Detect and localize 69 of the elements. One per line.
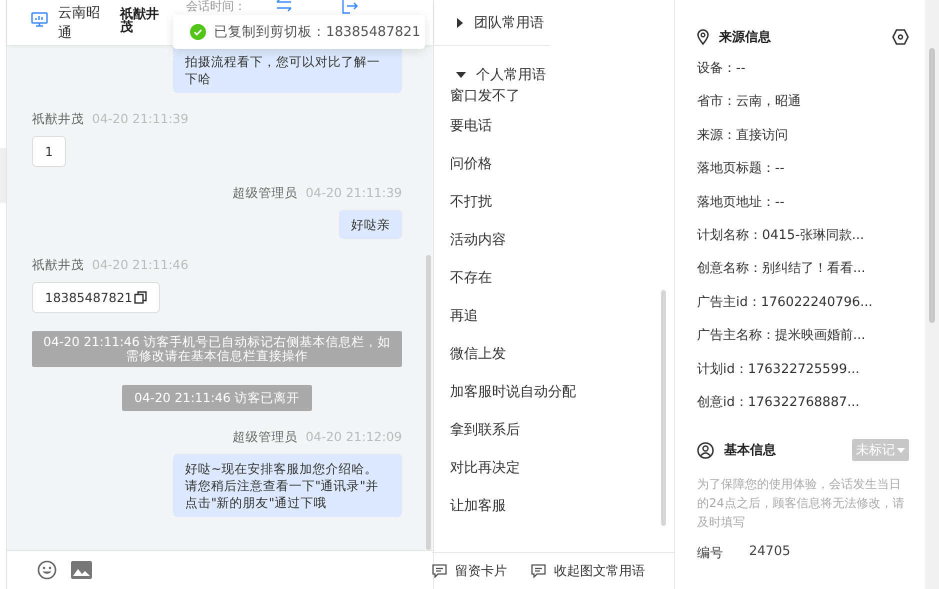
phrase-item[interactable]: 活动内容 — [434, 221, 522, 259]
visitor-name: 祇猷井茂 — [120, 8, 160, 34]
phrase-item[interactable]: 不打扰 — [434, 183, 508, 221]
section-title: 来源信息 — [719, 29, 772, 46]
scrollbar[interactable] — [661, 290, 666, 526]
field-value: 24705 — [749, 544, 790, 562]
info-field: 广告主id：176022240796... — [697, 286, 939, 320]
caret-down-icon — [897, 448, 905, 453]
field-label: 编号 — [697, 545, 723, 562]
info-field: 计划名称：0415-张琳同款... — [697, 218, 939, 252]
phrase-item[interactable]: 拿到联系后 — [434, 411, 536, 449]
message-bubble: 好哒亲 — [339, 210, 402, 239]
toast-message: 已复制到剪切板：18385487821 — [214, 23, 420, 41]
copy-icon[interactable] — [134, 291, 148, 304]
notice-text: 为了保障您的使用体验，会话发生当日的24点之后，顾客信息将无法修改，请及时填写 — [697, 476, 906, 532]
info-field: 落地页地址：-- — [697, 186, 939, 219]
emoji-icon[interactable] — [37, 560, 57, 580]
phrase-item[interactable]: 不存在 — [434, 259, 508, 297]
phrase-item[interactable]: 加客服时说自动分配 — [434, 373, 592, 411]
phrase-item[interactable]: 让加客服 — [434, 487, 522, 525]
message-icon — [432, 564, 447, 578]
scrollbar[interactable] — [925, 0, 939, 589]
message-bubble: 好哒~现在安排客服加您介绍哈。请您稍后注意查看一下"通讯录"并点击"新的朋友"通过下哦 — [173, 454, 402, 517]
caret-right-icon — [456, 18, 464, 28]
system-notice: 04-20 21:11:46 访客手机号已自动标记右侧基本信息栏，如需修改请在基本信息栏直接操作 — [32, 331, 402, 367]
toolbar-button[interactable]: 收起图文常用语 — [531, 562, 645, 580]
info-field: 广告主名称：提米映画婚前... — [697, 319, 939, 353]
transfer-icon[interactable] — [276, 0, 292, 12]
scrollbar[interactable] — [426, 255, 431, 550]
message-bubble: 1 — [32, 136, 66, 167]
toolbar-button[interactable]: 留资卡片 — [432, 562, 507, 580]
visitor-location: 云南昭通 — [58, 4, 101, 43]
sender-name: 超级管理员 — [232, 185, 298, 202]
info-field: 来源：直接访问 — [697, 118, 939, 152]
message-time: 04-20 21:11:39 — [92, 111, 188, 128]
success-icon — [190, 24, 206, 40]
phrase-group-header[interactable]: 团队常用语 — [434, 0, 550, 46]
message-bubble: 18385487821 — [32, 282, 160, 313]
monitor-icon — [31, 12, 48, 27]
phrase-item[interactable]: 窗口发不了 — [434, 85, 536, 107]
info-field: 创意id：176322768887... — [697, 386, 939, 420]
message-time: 04-20 21:11:39 — [306, 185, 402, 202]
sender-name: 超级管理员 — [232, 429, 298, 446]
phrase-item[interactable]: 对比再决定 — [434, 449, 536, 487]
phrase-group-header[interactable]: 个人常用语 — [434, 65, 552, 85]
location-pin-icon — [697, 29, 709, 45]
info-field: 计划id：176322725599... — [697, 352, 939, 386]
phrase-item[interactable]: 微信上发 — [434, 335, 522, 373]
message-time: 04-20 21:11:46 — [92, 257, 188, 274]
sender-name: 祇猷井茂 — [32, 111, 84, 128]
info-field: 落地页标题：-- — [697, 152, 939, 186]
message-icon — [531, 564, 546, 578]
message-time: 04-20 21:12:09 — [306, 429, 402, 446]
phrase-item[interactable]: 要电话 — [434, 107, 508, 145]
exit-icon[interactable] — [342, 0, 358, 14]
session-time-label: 会话时间： — [186, 0, 246, 13]
settings-icon[interactable] — [892, 29, 909, 45]
caret-down-icon — [456, 71, 466, 79]
user-icon — [697, 442, 714, 459]
message-bubble: 拍摄流程看下，您可以对比了解一下哈 — [173, 45, 402, 93]
sender-name: 祇猷井茂 — [32, 257, 84, 274]
info-field: 创意名称：别纠结了！看看... — [697, 252, 939, 286]
section-title: 基本信息 — [724, 442, 777, 460]
phrase-item[interactable]: 再追 — [434, 297, 494, 335]
image-icon[interactable] — [71, 561, 92, 579]
system-notice: 04-20 21:11:46 访客已离开 — [122, 385, 312, 411]
phrase-item[interactable]: 问价格 — [434, 145, 508, 183]
info-field: 设备：-- — [697, 52, 939, 86]
info-field: 省市：云南，昭通 — [697, 85, 939, 119]
